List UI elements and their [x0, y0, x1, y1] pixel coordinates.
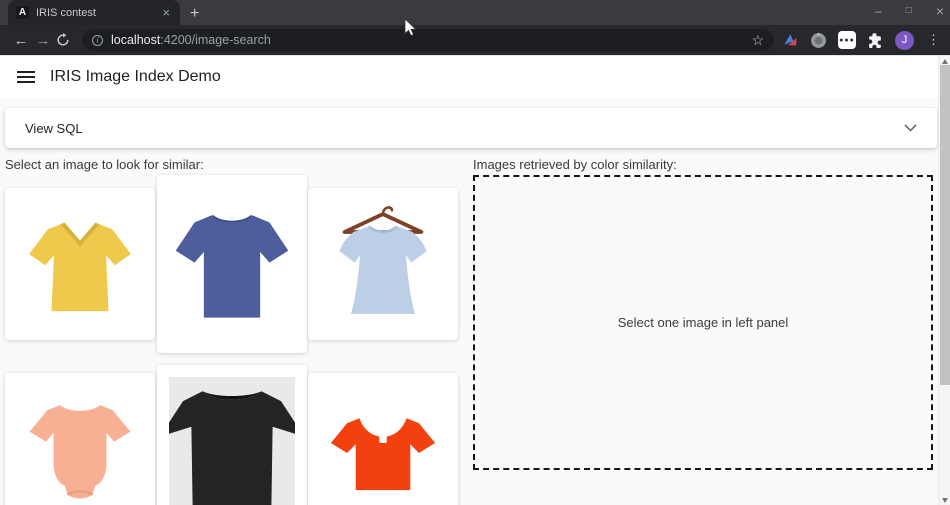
gallery-item-lightblue-blouse[interactable]	[308, 188, 458, 340]
browser-tab[interactable]: A IRIS contest ×	[8, 0, 180, 25]
back-button[interactable]: ←	[10, 33, 32, 48]
gallery-item-blue-tshirt[interactable]	[157, 175, 307, 353]
gallery-row-2	[5, 365, 458, 505]
image-select-panel: Select an image to look for similar:	[5, 157, 458, 505]
browser-window: A IRIS contest × + – □ × ← → i localhost…	[0, 0, 950, 505]
browser-menu-icon[interactable]: ⋮	[927, 32, 940, 48]
page-title: IRIS Image Index Demo	[50, 68, 221, 86]
reload-icon[interactable]	[56, 33, 70, 47]
view-sql-expansion-panel[interactable]: View SQL	[5, 108, 937, 148]
gallery-row-1	[5, 175, 458, 353]
maximize-button[interactable]: □	[906, 6, 912, 16]
angular-favicon-icon: A	[16, 6, 29, 19]
page-info-icon[interactable]: i	[92, 35, 103, 46]
black-tshirt-image	[169, 377, 295, 505]
left-panel-label: Select an image to look for similar:	[5, 157, 458, 172]
extensions-area: ●●● J ⋮	[782, 31, 940, 50]
results-panel: Images retrieved by color similarity: Se…	[473, 157, 933, 505]
window-controls: – □ ×	[875, 0, 944, 22]
scrollbar-thumb[interactable]	[940, 65, 950, 385]
gallery-item-yellow-vneck[interactable]	[5, 188, 155, 340]
page-scrollbar[interactable]	[938, 56, 950, 505]
gallery-item-peach-onesie[interactable]	[5, 373, 155, 505]
view-sql-label: View SQL	[25, 121, 904, 136]
extensions-puzzle-icon[interactable]	[867, 32, 884, 49]
profile-avatar[interactable]: J	[895, 31, 914, 50]
orange-crop-top-image	[320, 386, 446, 505]
scrollbar-up-arrow-icon[interactable]	[942, 59, 948, 64]
url-host: localhost	[111, 33, 160, 47]
mouse-cursor	[404, 18, 418, 38]
bookmark-star-icon[interactable]: ☆	[751, 32, 764, 49]
scrollbar-down-arrow-icon[interactable]	[942, 498, 948, 503]
gray-circle-extension-icon[interactable]	[810, 32, 827, 49]
peach-onesie-image	[17, 384, 143, 505]
address-bar[interactable]: i localhost:4200/image-search ☆	[82, 29, 774, 51]
window-close-button[interactable]: ×	[936, 4, 944, 18]
results-dropzone: Select one image in left panel	[473, 175, 933, 470]
gallery-item-black-tshirt[interactable]	[157, 365, 307, 505]
url-text[interactable]: localhost:4200/image-search	[111, 33, 271, 47]
hamburger-menu-icon[interactable]	[17, 71, 35, 83]
blue-tshirt-image	[165, 185, 299, 343]
colorful-extension-icon[interactable]	[782, 32, 799, 49]
dots-extension-icon[interactable]: ●●●	[838, 31, 856, 49]
gallery-item-orange-crop-top[interactable]	[308, 373, 458, 505]
app-header: IRIS Image Index Demo	[0, 56, 950, 98]
page-content: IRIS Image Index Demo View SQL Select an…	[0, 55, 950, 505]
main-columns: Select an image to look for similar:	[5, 157, 945, 505]
browser-toolbar: ← → i localhost:4200/image-search ☆ ●●●	[0, 25, 950, 55]
yellow-vneck-shirt-image	[17, 202, 143, 326]
chevron-down-icon	[904, 124, 917, 132]
new-tab-button[interactable]: +	[190, 6, 199, 22]
tab-title: IRIS contest	[36, 7, 160, 19]
lightblue-blouse-image	[319, 200, 447, 328]
tab-close-icon[interactable]: ×	[160, 6, 172, 19]
right-panel-label: Images retrieved by color similarity:	[473, 157, 933, 172]
empty-results-message: Select one image in left panel	[618, 315, 789, 330]
forward-button[interactable]: →	[32, 33, 54, 48]
tab-strip: A IRIS contest × + – □ ×	[0, 0, 950, 25]
minimize-button[interactable]: –	[875, 5, 882, 17]
url-path: :4200/image-search	[160, 33, 270, 47]
